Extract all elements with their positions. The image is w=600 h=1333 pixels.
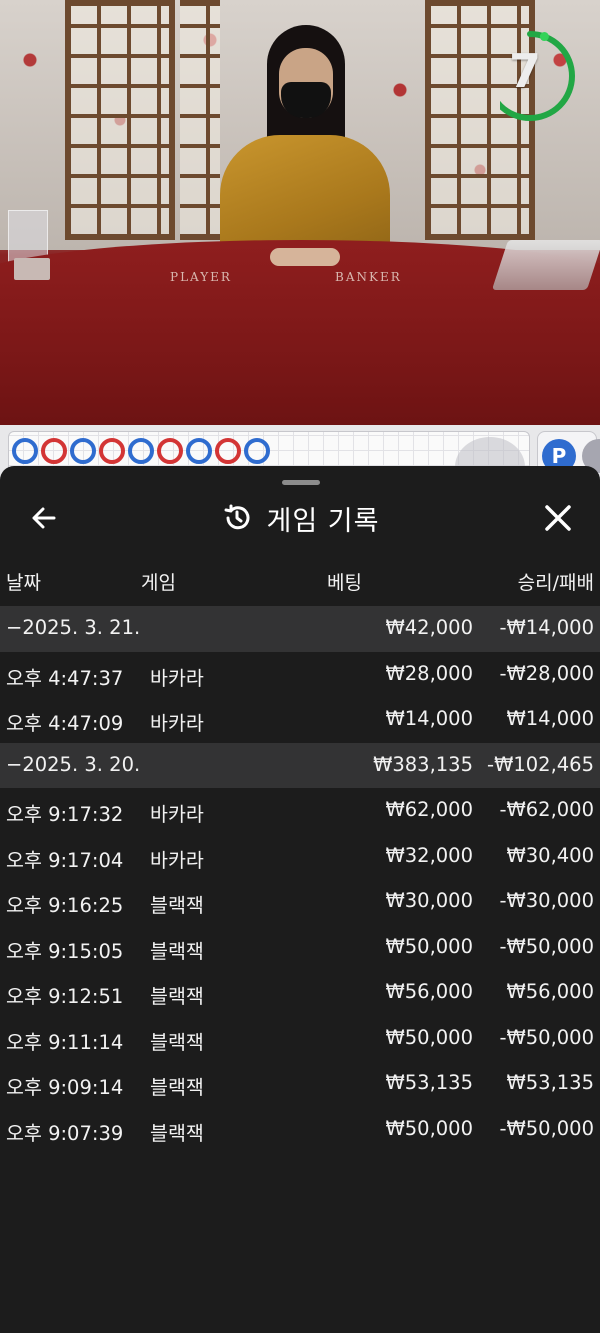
group-result-total: -₩102,465: [487, 752, 594, 776]
row-time: 오후 9:15:05: [6, 939, 124, 963]
group-bet-total: ₩42,000: [385, 616, 473, 639]
row-bet: ₩50,000: [385, 934, 473, 958]
row-result: -₩50,000: [499, 1025, 594, 1049]
row-bet: ₩50,000: [385, 1116, 473, 1140]
dealer: [215, 20, 395, 270]
sheet-title: 게임 기록: [266, 505, 380, 537]
row-bet: ₩32,000: [385, 843, 473, 867]
player-bead: [128, 438, 154, 464]
row-bet: ₩28,000: [385, 661, 473, 685]
row-result: ₩53,135: [506, 1071, 594, 1094]
date-group-row[interactable]: −2025. 3. 21. ₩42,000 -₩14,000: [0, 606, 600, 652]
player-bead: [70, 438, 96, 464]
player-bead: [186, 438, 212, 464]
history-row[interactable]: 오후 9:11:14 블랙잭 ₩50,000 -₩50,000: [0, 1016, 600, 1062]
drag-handle[interactable]: [282, 480, 320, 485]
banker-bead: [99, 438, 125, 464]
history-row[interactable]: 오후 9:17:32 바카라 ₩62,000 -₩62,000: [0, 788, 600, 834]
countdown-timer: 7: [500, 24, 580, 124]
game-history-sheet: 게임 기록 날짜 게임 베팅 승리/패배 −2025. 3. 21. ₩42,0…: [0, 466, 600, 1333]
table-header: 날짜 게임 베팅 승리/패배: [0, 564, 600, 602]
row-game: 블랙잭: [150, 1121, 204, 1145]
date-group-row[interactable]: −2025. 3. 20. ₩383,135 -₩102,465: [0, 742, 600, 788]
row-game: 블랙잭: [150, 939, 204, 963]
row-bet: ₩50,000: [385, 1025, 473, 1049]
row-result: -₩62,000: [499, 798, 594, 821]
player-bead: [12, 438, 38, 464]
row-time: 오후 9:17:04: [6, 848, 124, 872]
history-row[interactable]: 오후 9:16:25 블랙잭 ₩30,000 -₩30,000: [0, 879, 600, 925]
table-label-banker: BANKER: [335, 270, 402, 284]
row-bet: ₩62,000: [385, 798, 473, 821]
row-time: 오후 9:12:51: [6, 985, 124, 1008]
column-header-game[interactable]: 게임: [141, 568, 176, 595]
row-game: 바카라: [150, 803, 204, 826]
row-game: 바카라: [150, 666, 204, 690]
column-header-date[interactable]: 날짜: [6, 568, 41, 595]
history-icon: [224, 504, 250, 530]
close-icon: [545, 505, 571, 531]
row-time: 오후 4:47:09: [6, 712, 124, 735]
row-time: 오후 9:07:39: [6, 1121, 124, 1145]
row-result: -₩30,000: [499, 889, 594, 912]
row-result: ₩14,000: [506, 707, 594, 730]
close-button[interactable]: [538, 500, 578, 536]
table-label-player: PLAYER: [170, 270, 232, 284]
row-result: ₩56,000: [506, 980, 594, 1003]
group-bet-total: ₩383,135: [373, 752, 473, 776]
banker-bead: [41, 438, 67, 464]
row-result: -₩50,000: [499, 934, 594, 958]
card-stack: [14, 258, 50, 280]
card-shoe: [491, 240, 600, 290]
row-game: 바카라: [150, 848, 204, 872]
history-row[interactable]: 오후 9:12:51 블랙잭 ₩56,000 ₩56,000: [0, 970, 600, 1016]
row-time: 오후 9:09:14: [6, 1076, 124, 1099]
history-row[interactable]: 오후 4:47:37 바카라 ₩28,000 -₩28,000: [0, 652, 600, 698]
row-bet: ₩30,000: [385, 889, 473, 912]
row-result: -₩50,000: [499, 1116, 594, 1140]
row-time: 오후 4:47:37: [6, 666, 124, 690]
history-row[interactable]: 오후 9:15:05 블랙잭 ₩50,000 -₩50,000: [0, 925, 600, 971]
group-result-total: -₩14,000: [499, 616, 594, 639]
row-bet: ₩14,000: [385, 707, 473, 730]
group-date: −2025. 3. 20.: [6, 752, 141, 776]
row-game: 블랙잭: [150, 1030, 204, 1054]
row-time: 오후 9:17:32: [6, 803, 124, 826]
history-row[interactable]: 오후 9:17:04 바카라 ₩32,000 ₩30,400: [0, 834, 600, 880]
column-header-result[interactable]: 승리/패배: [518, 568, 594, 595]
live-video: PLAYER BANKER 7: [0, 0, 600, 425]
dealer-hands: [270, 248, 340, 266]
row-bet: ₩53,135: [385, 1071, 473, 1094]
history-row[interactable]: 오후 9:07:39 블랙잭 ₩50,000 -₩50,000: [0, 1107, 600, 1153]
banker-bead: [157, 438, 183, 464]
row-time: 오후 9:16:25: [6, 894, 124, 917]
row-game: 바카라: [150, 712, 204, 735]
timer-value: 7: [508, 44, 541, 98]
row-game: 블랙잭: [150, 1076, 204, 1099]
group-date: −2025. 3. 21.: [6, 616, 141, 639]
lattice-screen-left: [65, 0, 175, 240]
banker-bead: [215, 438, 241, 464]
row-result: ₩30,400: [506, 843, 594, 867]
row-time: 오후 9:11:14: [6, 1030, 124, 1054]
lattice-screen-middle: [180, 0, 220, 240]
sheet-header: 게임 기록: [0, 496, 600, 540]
player-bead: [244, 438, 270, 464]
history-list: −2025. 3. 21. ₩42,000 -₩14,000 오후 4:47:3…: [0, 606, 600, 1152]
row-result: -₩28,000: [499, 661, 594, 685]
history-row[interactable]: 오후 4:47:09 바카라 ₩14,000 ₩14,000: [0, 697, 600, 743]
row-bet: ₩56,000: [385, 980, 473, 1003]
history-row[interactable]: 오후 9:09:14 블랙잭 ₩53,135 ₩53,135: [0, 1061, 600, 1107]
row-game: 블랙잭: [150, 985, 204, 1008]
row-game: 블랙잭: [150, 894, 204, 917]
column-header-bet[interactable]: 베팅: [327, 568, 362, 595]
